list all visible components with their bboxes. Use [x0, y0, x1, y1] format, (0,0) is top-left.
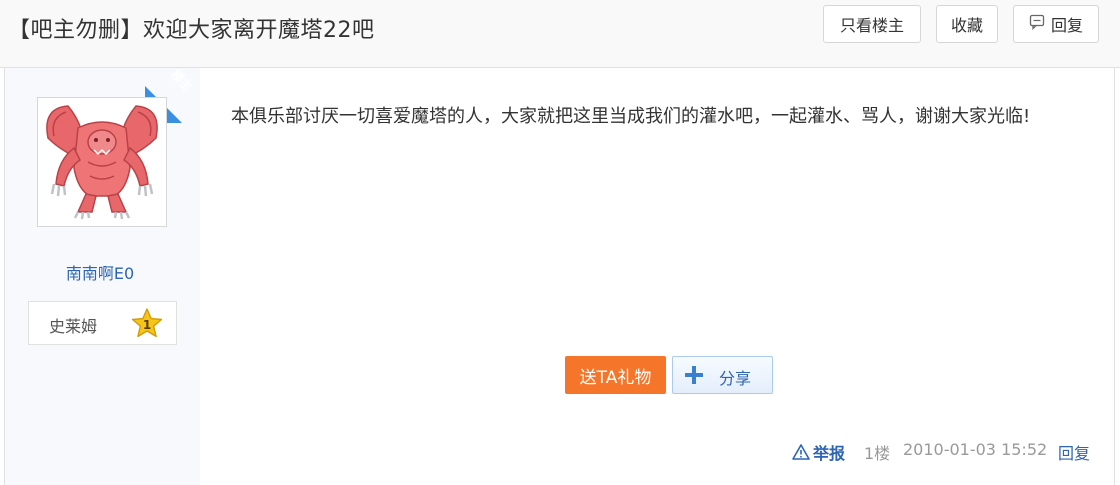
reply-button-label: 回复	[1050, 16, 1083, 35]
plus-icon	[685, 366, 703, 384]
thread-header: 【吧主勿删】欢迎大家离开魔塔22吧 只看楼主 收藏 回复	[0, 0, 1120, 68]
thread-title: 【吧主勿删】欢迎大家离开魔塔22吧	[8, 18, 375, 43]
reply-button[interactable]: 回复	[1013, 5, 1099, 43]
level-number: 1	[143, 318, 151, 332]
reply-icon	[1029, 14, 1045, 34]
post-border	[1114, 68, 1115, 485]
only-author-button[interactable]: 只看楼主	[823, 5, 921, 43]
post-time: 2010-01-03 15:52	[903, 440, 1048, 459]
author-badge-label: 楼主	[168, 68, 196, 95]
share-button[interactable]: 分享	[672, 356, 773, 394]
level-star-icon: 1	[131, 308, 163, 338]
avatar-demon-image	[46, 105, 158, 220]
send-gift-button[interactable]: 送TA礼物	[565, 356, 666, 394]
reply-link[interactable]: 回复	[1058, 440, 1090, 464]
favorite-button[interactable]: 收藏	[936, 5, 998, 43]
share-label: 分享	[719, 369, 752, 388]
author-rank[interactable]: 史莱姆 1	[28, 301, 177, 345]
avatar[interactable]	[37, 97, 167, 227]
report-link[interactable]: 举报	[792, 440, 845, 464]
warning-icon	[792, 444, 810, 460]
post-content: 本俱乐部讨厌一切喜爱魔塔的人，大家就把这里当成我们的灌水吧，一起灌水、骂人，谢谢…	[231, 106, 1031, 127]
rank-title: 史莱姆	[49, 317, 98, 336]
author-name[interactable]: 南南啊E0	[0, 260, 200, 284]
report-label: 举报	[813, 444, 846, 463]
floor-number: 1楼	[864, 444, 891, 463]
